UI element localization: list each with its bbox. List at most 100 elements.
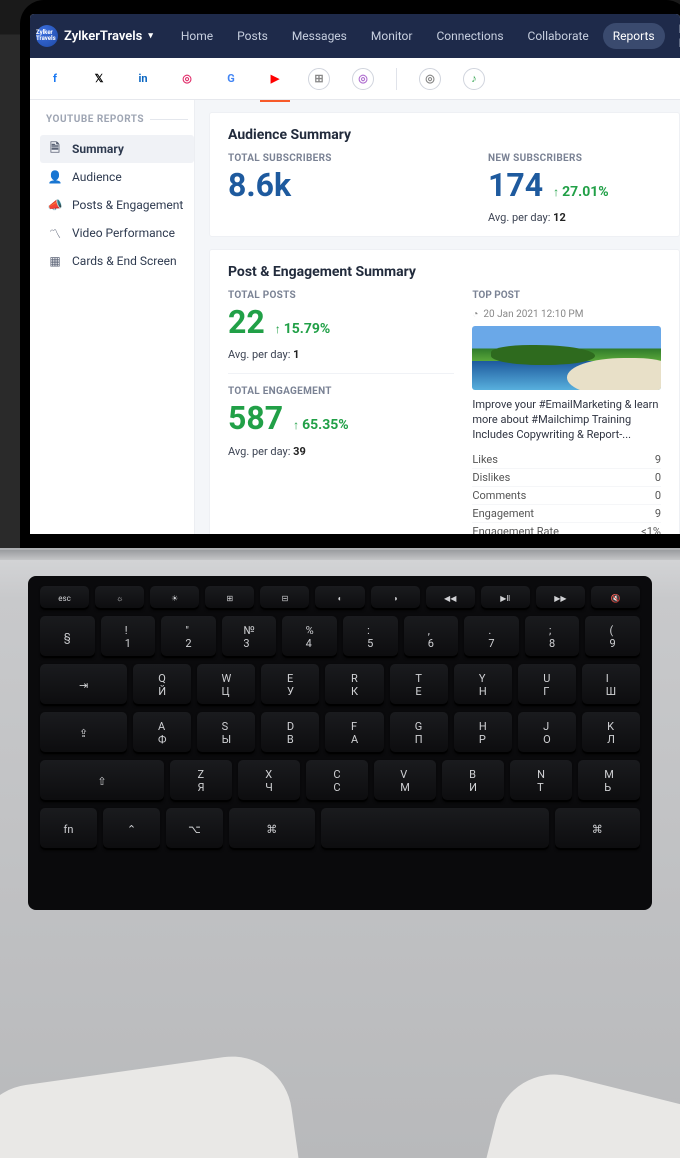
- nav-item-posts[interactable]: Posts: [227, 23, 278, 49]
- stat-value: 22 ↑15.79%: [228, 305, 454, 340]
- nav-item-collaborate[interactable]: Collaborate: [518, 23, 599, 49]
- stat-value: 8.6k: [228, 168, 428, 203]
- key: VМ: [374, 760, 436, 802]
- stat-label: TOTAL ENGAGEMENT: [228, 386, 454, 397]
- sleeve-left: [0, 1049, 314, 1158]
- stat-sub-value: 1: [293, 348, 299, 361]
- nav-item-monitor[interactable]: Monitor: [361, 23, 423, 49]
- brand-logo-icon: Zylker Travels: [36, 25, 58, 47]
- google-icon[interactable]: G: [220, 68, 242, 90]
- key: RК: [325, 664, 383, 706]
- app3-icon[interactable]: ◎: [419, 68, 441, 90]
- stat-sub: Avg. per day: 39: [228, 445, 454, 458]
- key: [321, 808, 549, 850]
- key: ⇥: [40, 664, 127, 706]
- top-post-label: TOP POST: [472, 290, 661, 301]
- key: ⌘: [555, 808, 641, 850]
- key: ☀: [150, 586, 199, 610]
- key: ▶▶: [536, 586, 585, 610]
- megaphone-icon: 📣: [48, 198, 62, 212]
- key: XЧ: [238, 760, 300, 802]
- clock-icon: ◔: [472, 309, 478, 320]
- stat-val: 0: [655, 471, 661, 484]
- sidebar-item-label: Summary: [72, 142, 124, 156]
- stat-value: 587 ↑65.35%: [228, 401, 454, 436]
- key: %4: [282, 616, 337, 658]
- nav-item-messages[interactable]: Messages: [282, 23, 357, 49]
- sidebar-item-video-performance[interactable]: 〽Video Performance: [40, 219, 194, 247]
- brand-name: ZylkerTravels: [64, 29, 142, 44]
- keyboard: esc ☼ ☀ ⊞ ⊟ ◐ ◑ ◀◀ ▶Ⅱ ▶▶ 🔇 § !1 "2 №3 %4…: [28, 576, 652, 910]
- document-icon: 🗎: [48, 142, 62, 156]
- stat-label: NEW SUBSCRIBERS: [488, 153, 680, 164]
- key: TЕ: [390, 664, 448, 706]
- key: QЙ: [133, 664, 191, 706]
- sidebar-item-posts-engagement[interactable]: 📣 Posts & Engagement: [40, 191, 194, 219]
- app-body: YOUTUBE REPORTS 🗎Summary👤Audience📣Posts …: [30, 100, 680, 534]
- nav-items: HomePostsMessagesMonitorConnectionsColla…: [171, 16, 680, 56]
- top-post-stat-row: Engagement Rate<1%: [472, 523, 661, 534]
- cards-icon: ▦: [48, 254, 62, 268]
- top-post-stats: Likes9Dislikes0Comments0Engagement9Engag…: [472, 451, 661, 534]
- stat-key: Engagement: [472, 507, 534, 520]
- sidebar-item-label: Video Performance: [72, 226, 175, 240]
- stat-key: Engagement Rate: [472, 525, 559, 534]
- key: ZЯ: [170, 760, 232, 802]
- total-engagement-stat: TOTAL ENGAGEMENT 587 ↑65.35% Avg. per da…: [228, 386, 454, 457]
- top-post-thumbnail[interactable]: [472, 326, 661, 390]
- key: №3: [222, 616, 277, 658]
- arrow-up-icon: ↑: [275, 323, 281, 336]
- top-post-stat-row: Engagement9: [472, 505, 661, 523]
- card-title: Post & Engagement Summary: [228, 264, 661, 280]
- laptop-hinge: [0, 550, 680, 560]
- key: ⌘: [229, 808, 315, 850]
- key: fn: [40, 808, 97, 850]
- instagram-icon[interactable]: ◎: [176, 68, 198, 90]
- key: 🔇: [591, 586, 640, 610]
- key: ☼: [95, 586, 144, 610]
- stat-key: Dislikes: [472, 471, 510, 484]
- delta-value: 27.01%: [562, 185, 609, 200]
- sidebar-item-label: Posts & Engagement: [72, 198, 183, 212]
- key: HР: [454, 712, 512, 754]
- stat-val: 0: [655, 489, 661, 502]
- nav-item-home[interactable]: Home: [171, 23, 223, 49]
- key: EУ: [261, 664, 319, 706]
- sidebar-item-label: Audience: [72, 170, 122, 184]
- nav-item-lead-forms[interactable]: Lead Forms: [669, 16, 680, 56]
- app1-icon[interactable]: ⊞: [308, 68, 330, 90]
- key: §: [40, 616, 95, 658]
- key: YН: [454, 664, 512, 706]
- key: !1: [101, 616, 156, 658]
- key: ⇧: [40, 760, 164, 802]
- nav-item-connections[interactable]: Connections: [426, 23, 513, 49]
- x-twitter-icon[interactable]: 𝕏: [88, 68, 110, 90]
- linkedin-icon[interactable]: in: [132, 68, 154, 90]
- youtube-icon[interactable]: ▶: [264, 68, 286, 90]
- key: ;8: [525, 616, 580, 658]
- facebook-icon[interactable]: f: [44, 68, 66, 90]
- brand-switcher[interactable]: Zylker Travels ZylkerTravels ▾: [36, 25, 153, 47]
- sidebar-item-label: Cards & End Screen: [72, 254, 177, 268]
- total-posts-stat: TOTAL POSTS 22 ↑15.79% Avg. per day: 1: [228, 290, 454, 361]
- app2-icon[interactable]: ◎: [352, 68, 374, 90]
- key: AФ: [133, 712, 191, 754]
- stat-val: 9: [655, 453, 661, 466]
- card-title: Audience Summary: [228, 127, 661, 143]
- key: (9: [585, 616, 640, 658]
- key: BИ: [442, 760, 504, 802]
- arrow-up-icon: ↑: [553, 186, 559, 199]
- stat-value: 174 ↑27.01%: [488, 168, 680, 203]
- key: ◑: [371, 586, 420, 610]
- top-post-stat-row: Comments 0: [472, 487, 661, 505]
- top-post-panel: TOP POST ◔ 20 Jan 2021 12:10 PM Improve …: [472, 290, 661, 534]
- nav-item-reports[interactable]: Reports: [603, 23, 665, 49]
- stat-key: Comments: [472, 489, 526, 502]
- app4-icon[interactable]: ♪: [463, 68, 485, 90]
- stat-sub-value: 12: [553, 211, 566, 224]
- sidebar-item-audience[interactable]: 👤Audience: [40, 163, 194, 191]
- sidebar-item-cards-end-screen[interactable]: ▦ Cards & End Screen: [40, 247, 194, 275]
- sidebar-item-summary[interactable]: 🗎 Summary: [40, 135, 194, 163]
- post-engagement-card: Post & Engagement Summary TOTAL POSTS 22…: [209, 249, 680, 534]
- key: JО: [518, 712, 576, 754]
